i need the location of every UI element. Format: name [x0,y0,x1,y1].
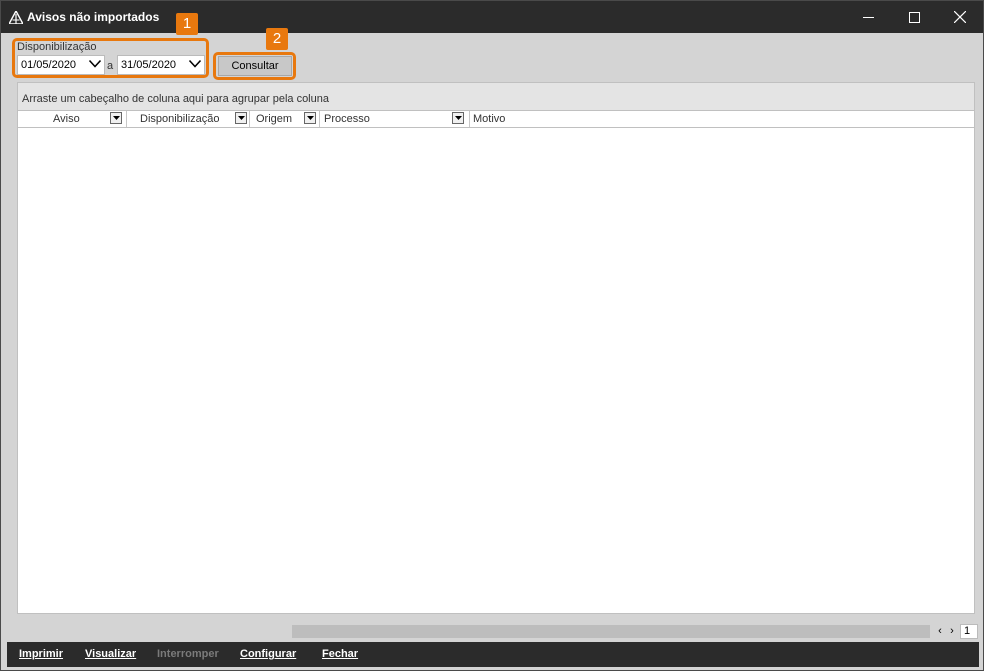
group-by-hint: Arraste um cabeçalho de coluna aqui para… [22,93,329,105]
imprimir-button[interactable]: Imprimir [19,648,63,660]
column-label: Origem [256,113,293,125]
group-by-panel[interactable]: Arraste um cabeçalho de coluna aqui para… [18,83,974,110]
column-header-disponibilizacao[interactable]: Disponibilização [127,111,250,127]
filter-dropdown-icon[interactable] [452,112,464,124]
filter-dropdown-icon[interactable] [304,112,316,124]
avisos-window: Avisos não importados Disponibilização 0… [0,0,984,671]
minimize-button[interactable] [845,1,891,33]
interromper-button: Interromper [157,648,219,660]
callout-badge-2: 2 [266,28,288,50]
window-title: Avisos não importados [27,10,160,24]
title-bar: Avisos não importados [1,1,983,33]
date-separator: a [107,60,114,72]
column-label: Disponibilização [140,113,220,125]
grid-header: Aviso Disponibilização Origem Processo M… [18,110,974,128]
fechar-button[interactable]: Fechar [322,648,358,660]
next-page-button[interactable]: › [946,624,958,639]
consultar-button[interactable]: Consultar [218,56,292,76]
pager: ‹ › 1 [934,624,978,639]
page-number[interactable]: 1 [960,624,978,639]
close-icon [954,11,966,23]
column-header-aviso[interactable]: Aviso [18,111,127,127]
date-to-value: 31/05/2020 [121,59,177,71]
configurar-button[interactable]: Configurar [240,648,296,660]
minimize-icon [862,16,874,18]
filter-dropdown-icon[interactable] [235,112,247,124]
close-button[interactable] [937,1,983,33]
disponibilizacao-label: Disponibilização [17,41,97,53]
column-label: Motivo [473,113,506,125]
column-header-processo[interactable]: Processo [320,111,470,127]
date-from-picker[interactable]: 01/05/2020 [17,55,105,75]
callout-badge-1: 1 [176,13,198,35]
app-logo-icon [7,9,25,25]
date-from-value: 01/05/2020 [21,59,77,71]
column-header-origem[interactable]: Origem [250,111,320,127]
visualizar-button[interactable]: Visualizar [85,648,136,660]
maximize-button[interactable] [891,1,937,33]
column-label: Aviso [53,113,80,125]
chevron-down-icon[interactable] [89,60,101,68]
prev-page-button[interactable]: ‹ [934,624,946,639]
column-label: Processo [324,113,370,125]
column-header-motivo[interactable]: Motivo [470,111,974,127]
action-bar: Imprimir Visualizar Interromper Configur… [7,642,979,667]
chevron-down-icon[interactable] [189,60,201,68]
filter-dropdown-icon[interactable] [110,112,122,124]
main-content: Disponibilização 01/05/2020 a 31/05/2020… [1,13,983,640]
horizontal-scrollbar[interactable] [292,625,930,638]
avisos-grid: Arraste um cabeçalho de coluna aqui para… [17,82,975,614]
maximize-icon [908,11,920,23]
date-to-picker[interactable]: 31/05/2020 [117,55,205,75]
